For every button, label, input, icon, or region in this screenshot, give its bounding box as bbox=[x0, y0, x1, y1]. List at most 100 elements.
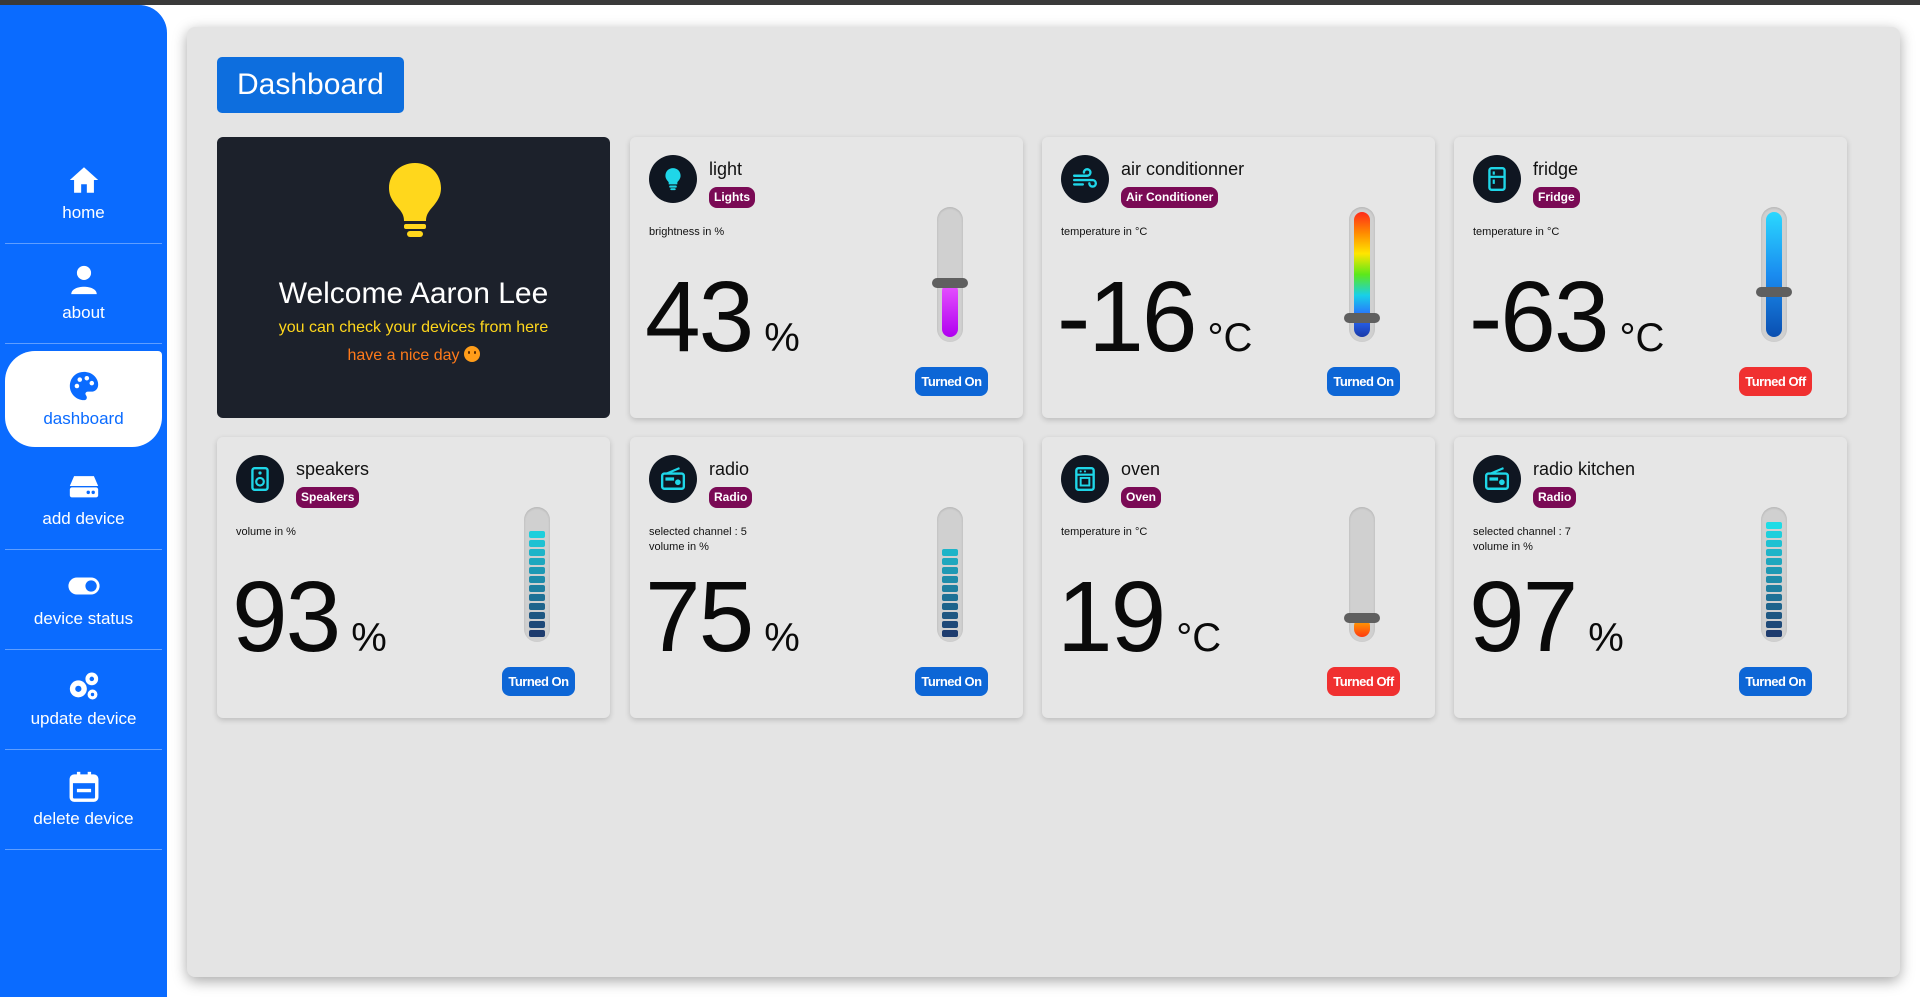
device-type-badge: Air Conditioner bbox=[1121, 187, 1219, 208]
device-icon-wrap bbox=[1473, 455, 1521, 503]
volume-bar-segment bbox=[529, 594, 545, 601]
temperature-slider[interactable] bbox=[1344, 207, 1380, 342]
sidebar-item-label: about bbox=[62, 303, 105, 322]
speaker-icon bbox=[251, 466, 269, 492]
volume-bar-segment bbox=[529, 630, 545, 637]
device-type-badge: Fridge bbox=[1533, 187, 1580, 208]
sidebar-item-update-device[interactable]: update device bbox=[5, 651, 162, 750]
volume-bar-segment bbox=[1766, 621, 1782, 628]
device-icon-wrap bbox=[1473, 155, 1521, 203]
drive-icon bbox=[69, 476, 98, 498]
slider-thumb[interactable] bbox=[932, 278, 968, 288]
status-button[interactable]: Turned Off bbox=[1327, 667, 1400, 696]
device-measure-line2: volume in % bbox=[1473, 541, 1533, 553]
device-value-unit: % bbox=[351, 616, 387, 660]
device-measure-line2: volume in % bbox=[649, 541, 709, 553]
welcome-card: Welcome Aaron Lee you can check your dev… bbox=[217, 137, 610, 418]
device-card-radio: radio Radio selected channel : 5 volume i… bbox=[630, 437, 1023, 718]
sidebar-item-device-status[interactable]: device status bbox=[5, 551, 162, 650]
device-value-number: 97 bbox=[1469, 561, 1578, 673]
volume-bar-segment bbox=[942, 567, 958, 574]
device-type-badge: Radio bbox=[709, 487, 753, 508]
brightness-slider[interactable] bbox=[932, 207, 968, 342]
device-name: fridge bbox=[1533, 159, 1579, 179]
sidebar-item-dashboard[interactable]: dashboard bbox=[5, 351, 162, 447]
sidebar-item-label: update device bbox=[30, 709, 137, 728]
temperature-slider[interactable] bbox=[1756, 207, 1792, 342]
page-title: Dashboard bbox=[217, 57, 404, 113]
volume-bars bbox=[1766, 522, 1782, 637]
device-value-number: 43 bbox=[645, 261, 754, 373]
device-value-number: 19 bbox=[1057, 561, 1166, 673]
volume-bar-segment bbox=[1766, 567, 1782, 574]
device-icon-wrap bbox=[649, 455, 697, 503]
status-button[interactable]: Turned On bbox=[502, 667, 575, 696]
device-measure-line: selected channel : 5 bbox=[649, 526, 747, 538]
volume-bar-segment bbox=[529, 540, 545, 547]
device-icon-wrap bbox=[1061, 455, 1109, 503]
volume-bar-segment bbox=[1766, 630, 1782, 637]
device-value: -16 °C bbox=[1057, 267, 1252, 367]
sidebar-item-home[interactable]: home bbox=[5, 145, 162, 244]
device-value-unit: % bbox=[764, 316, 800, 360]
slider-fill bbox=[942, 283, 958, 337]
volume-bar-segment bbox=[529, 621, 545, 628]
device-value-unit: °C bbox=[1176, 616, 1222, 660]
sidebar-item-delete-device[interactable]: delete device bbox=[5, 751, 162, 850]
device-measure-line: temperature in °C bbox=[1473, 226, 1560, 238]
slider-thumb[interactable] bbox=[1344, 613, 1380, 623]
volume-bar-segment bbox=[1766, 531, 1782, 538]
volume-bar-segment bbox=[942, 630, 958, 637]
volume-meter[interactable] bbox=[1761, 507, 1787, 642]
status-button[interactable]: Turned On bbox=[915, 367, 988, 396]
fridge-icon bbox=[1488, 166, 1506, 192]
volume-meter[interactable] bbox=[937, 507, 963, 642]
device-value: 19 °C bbox=[1057, 567, 1221, 667]
device-value: 97% bbox=[1469, 567, 1624, 667]
sidebar-item-label: delete device bbox=[33, 809, 134, 828]
device-measure-label: brightness in % bbox=[649, 225, 724, 240]
device-value: 93% bbox=[232, 567, 387, 667]
device-type-badge: Radio bbox=[1533, 487, 1577, 508]
status-button[interactable]: Turned On bbox=[1739, 667, 1812, 696]
status-button[interactable]: Turned On bbox=[1327, 367, 1400, 396]
volume-bar-segment bbox=[529, 567, 545, 574]
device-card-light: light Lights brightness in % 43% Turned … bbox=[630, 137, 1023, 418]
device-name: speakers bbox=[296, 459, 370, 479]
oven-icon bbox=[1075, 466, 1095, 492]
sidebar-item-about[interactable]: about bbox=[5, 245, 162, 344]
status-button[interactable]: Turned On bbox=[915, 667, 988, 696]
device-measure-line: selected channel : 7 bbox=[1473, 526, 1571, 538]
welcome-title: Welcome Aaron Lee bbox=[278, 277, 549, 310]
volume-bar-segment bbox=[942, 603, 958, 610]
device-name: oven bbox=[1121, 459, 1161, 479]
volume-bar-segment bbox=[1766, 594, 1782, 601]
volume-bar-segment bbox=[529, 549, 545, 556]
device-value-number: 75 bbox=[645, 561, 754, 673]
device-measure-line: volume in % bbox=[236, 526, 296, 538]
volume-bar-segment bbox=[1766, 576, 1782, 583]
device-type-badge: Oven bbox=[1121, 487, 1162, 508]
device-value: 75% bbox=[645, 567, 800, 667]
welcome-greeting: have a nice day bbox=[217, 346, 610, 365]
volume-bar-segment bbox=[529, 576, 545, 583]
device-type-badge: Lights bbox=[709, 187, 755, 208]
volume-bar-segment bbox=[1766, 522, 1782, 529]
toggle-icon bbox=[67, 577, 100, 595]
slider-thumb[interactable] bbox=[1344, 313, 1380, 323]
volume-meter[interactable] bbox=[524, 507, 550, 642]
volume-bar-segment bbox=[1766, 603, 1782, 610]
sidebar-item-add-device[interactable]: add device bbox=[5, 451, 162, 550]
volume-bar-segment bbox=[1766, 585, 1782, 592]
user-icon bbox=[70, 265, 97, 295]
volume-bar-segment bbox=[529, 558, 545, 565]
device-value: 43% bbox=[645, 267, 800, 367]
device-measure-line: temperature in °C bbox=[1061, 226, 1148, 238]
device-value-number: -16 bbox=[1057, 261, 1198, 373]
temperature-slider[interactable] bbox=[1344, 507, 1380, 642]
device-name: light bbox=[709, 159, 743, 179]
device-measure-label: selected channel : 7 volume in % bbox=[1473, 525, 1571, 555]
radio-icon bbox=[1484, 467, 1510, 490]
slider-thumb[interactable] bbox=[1756, 287, 1792, 297]
status-button[interactable]: Turned Off bbox=[1739, 367, 1812, 396]
